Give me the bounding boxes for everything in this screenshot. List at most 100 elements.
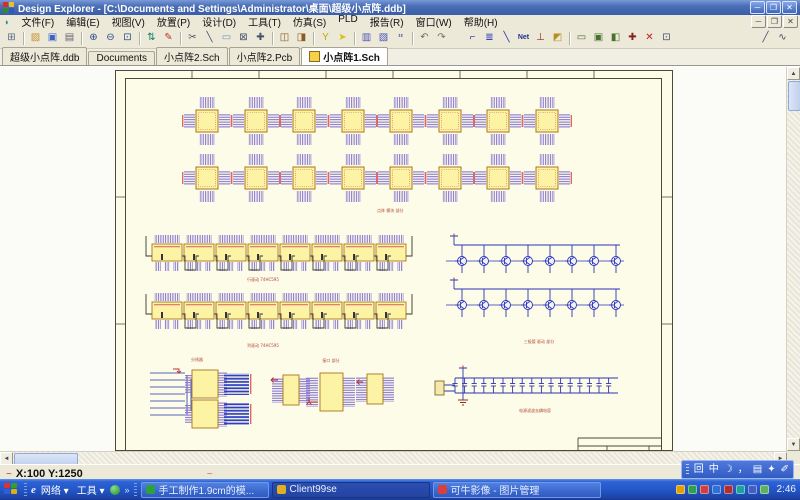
menu-item-7[interactable]: PLD [332, 14, 363, 29]
horizontal-scrollbar[interactable]: ◄ ► [0, 451, 787, 464]
place-power-port-button[interactable]: ⊥ [532, 30, 549, 46]
minimize-button[interactable]: ─ [750, 1, 765, 14]
select-area-button[interactable]: ▭ [218, 30, 235, 46]
hierarchy-updown-button[interactable]: ⇅ [143, 30, 160, 46]
place-no-erc-button[interactable]: ✕ [641, 30, 658, 46]
quick-launch-app-icon[interactable] [110, 485, 120, 495]
place-net-label-button[interactable]: Net [515, 30, 532, 46]
tray-icon-2[interactable] [700, 485, 709, 494]
tab-2[interactable]: 小点阵2.Sch [156, 47, 228, 65]
schematic-sheet[interactable]: 点阵 模块 部分 行驱动 74HC595 列驱动 74HC595 [115, 70, 673, 451]
schematic-canvas[interactable]: 点阵 模块 部分 行驱动 74HC595 列驱动 74HC595 [115, 70, 673, 451]
tab-1[interactable]: Documents [88, 51, 155, 65]
vertical-scrollbar[interactable]: ▲ ▼ [786, 67, 800, 451]
tray-icon-5[interactable] [736, 485, 745, 494]
close-button[interactable]: ✕ [782, 1, 797, 14]
polyline-button[interactable]: ╲ [201, 30, 218, 46]
quick-launch-menu-1[interactable]: 工具 ▾ [77, 482, 105, 497]
start-button[interactable] [4, 483, 18, 496]
place-sheet-symbol-button[interactable]: ▭ [573, 30, 590, 46]
zoom-in-button[interactable]: ⊕ [85, 30, 102, 46]
restore-button[interactable]: ❐ [767, 15, 782, 28]
dxp-arrow-icon[interactable]: ◗ [4, 17, 9, 27]
taskbar-task-1[interactable]: Client99se [272, 482, 430, 498]
zoom-out-button[interactable]: ⊖ [102, 30, 119, 46]
scroll-up-button[interactable]: ▲ [787, 67, 800, 80]
menu-item-2[interactable]: 视图(V) [106, 14, 151, 29]
deselect-button[interactable]: ⊠ [235, 30, 252, 46]
edit-item-button[interactable]: ✎ [160, 30, 177, 46]
interface-ics[interactable] [271, 373, 394, 411]
menu-item-1[interactable]: 编辑(E) [60, 14, 105, 29]
ime-user-icon[interactable]: ✦ [767, 462, 775, 477]
menu-item-10[interactable]: 帮助(H) [458, 14, 504, 29]
cut-button[interactable]: ✂ [184, 30, 201, 46]
scroll-down-button[interactable]: ▼ [787, 438, 800, 451]
tab-4[interactable]: 小点阵1.Sch [301, 47, 388, 65]
place-port-button[interactable]: ◧ [607, 30, 624, 46]
tray-icon-3[interactable] [712, 485, 721, 494]
transistor-row-2[interactable] [446, 278, 624, 318]
taskbar-task-0[interactable]: 手工制作1.9cm的模... [141, 482, 269, 498]
taskbar-task-2[interactable]: 可牛影像 - 图片管理 [433, 482, 601, 498]
tray-icon-0[interactable] [676, 485, 685, 494]
vertical-scroll-thumb[interactable] [788, 81, 800, 111]
restore-button[interactable]: ❐ [766, 1, 781, 14]
scroll-left-button[interactable]: ◄ [0, 452, 13, 464]
place-part-button[interactable]: ◩ [549, 30, 566, 46]
explorer-panel-button[interactable]: ⊞ [3, 30, 20, 46]
driver-row-2[interactable] [146, 293, 412, 329]
undo-button[interactable]: ↶ [416, 30, 433, 46]
place-sheet-entry-button[interactable]: ▣ [590, 30, 607, 46]
ime-soft-keyboard-icon[interactable]: ▤ [753, 462, 762, 477]
dot-matrix-modules[interactable] [182, 97, 572, 202]
menu-item-4[interactable]: 设计(D) [196, 14, 242, 29]
save-document-button[interactable]: ▣ [44, 30, 61, 46]
pointer-button[interactable]: ➤ [334, 30, 351, 46]
quick-launch-overflow[interactable]: » [125, 485, 130, 495]
tray-icon-7[interactable] [760, 485, 769, 494]
menu-item-0[interactable]: 文件(F) [15, 14, 60, 29]
ime-chinese-mode-icon[interactable]: 中 [709, 462, 719, 477]
schematic-editor-area[interactable]: 点阵 模块 部分 行驱动 74HC595 列驱动 74HC595 [0, 66, 800, 464]
menu-item-8[interactable]: 报告(R) [364, 14, 410, 29]
filter-button[interactable]: Y [317, 30, 334, 46]
language-bar-grip[interactable] [686, 464, 689, 475]
close-button[interactable]: ✕ [783, 15, 798, 28]
capacitor-chain[interactable] [435, 366, 618, 406]
internet-explorer-icon[interactable]: e [31, 484, 36, 496]
draw-line-button[interactable]: ╱ [757, 30, 774, 46]
transistor-row-1[interactable] [446, 234, 624, 274]
browse-library-button[interactable]: ◫ [276, 30, 293, 46]
driver-row-1[interactable] [146, 235, 412, 271]
redo-button[interactable]: ↷ [433, 30, 450, 46]
book-edit-button[interactable]: ▧ [375, 30, 392, 46]
move-selection-button[interactable]: ✚ [252, 30, 269, 46]
draw-signal-button[interactable]: ∿ [774, 30, 791, 46]
tray-icon-1[interactable] [688, 485, 697, 494]
edit-library-button[interactable]: ◨ [293, 30, 310, 46]
language-bar[interactable]: 回中 ☽ ， ▤ ✦ ✐ [681, 460, 794, 479]
tab-3[interactable]: 小点阵2.Pcb [229, 47, 301, 65]
zoom-area-button[interactable]: ⊡ [119, 30, 136, 46]
place-junction-button[interactable]: ✚ [624, 30, 641, 46]
ime-punctuation-icon[interactable]: ， [738, 462, 748, 477]
horizontal-scroll-thumb[interactable] [14, 453, 78, 464]
open-document-button[interactable]: ▨ [27, 30, 44, 46]
ime-logo-icon[interactable]: 回 [694, 462, 704, 477]
menu-item-3[interactable]: 放置(P) [151, 14, 196, 29]
place-bus-button[interactable]: ≣ [481, 30, 498, 46]
renumber-button[interactable]: ¹² [392, 30, 409, 46]
tray-icon-6[interactable] [748, 485, 757, 494]
tab-0[interactable]: 超级小点阵.ddb [2, 47, 87, 65]
book-view-button[interactable]: ▥ [358, 30, 375, 46]
splitter-block[interactable] [150, 369, 251, 428]
menu-item-9[interactable]: 窗口(W) [410, 14, 458, 29]
place-wire-button[interactable]: ⌐ [464, 30, 481, 46]
place-text-frame-button[interactable]: ⊡ [658, 30, 675, 46]
print-button[interactable]: ▤ [61, 30, 78, 46]
tray-icon-4[interactable] [724, 485, 733, 494]
menu-item-5[interactable]: 工具(T) [242, 14, 287, 29]
ime-tools-icon[interactable]: ✐ [781, 462, 789, 477]
ime-halfwidth-icon[interactable]: ☽ [724, 462, 733, 477]
